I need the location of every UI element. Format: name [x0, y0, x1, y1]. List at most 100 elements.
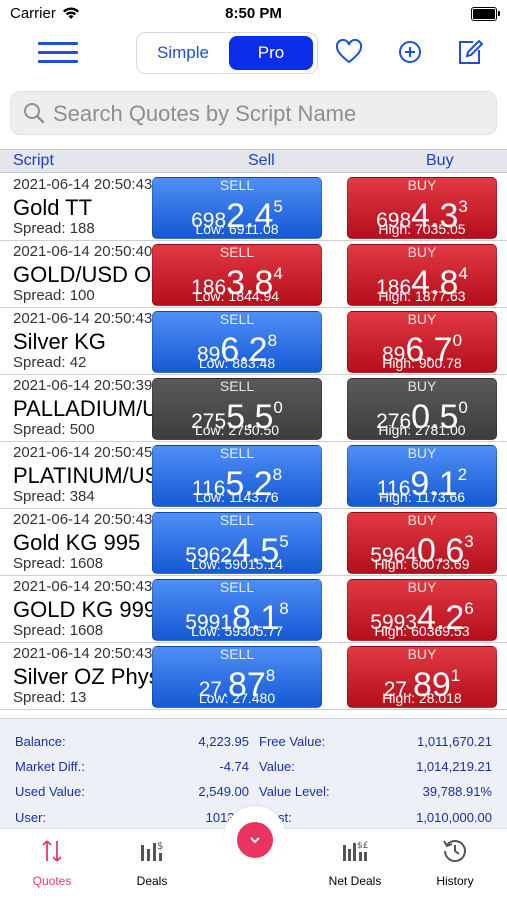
sell-price: 896.28: [153, 324, 321, 367]
buy-price-button[interactable]: BUY 2760.50 High: 2781.00: [347, 378, 497, 440]
quote-time: 2021-06-14 20:50:43: [13, 645, 153, 662]
buy-price: 2760.50: [348, 391, 496, 434]
price-pips: 8: [272, 465, 283, 484]
low-value: Low: 1143.76: [195, 489, 279, 505]
sell-price-button[interactable]: SELL 2755.50 Low: 2750.50: [152, 378, 322, 440]
quotes-list[interactable]: 2021-06-14 20:50:43 Gold TT Spread: 188 SEL…: [0, 174, 507, 718]
price-pips: 1: [450, 666, 461, 685]
used-value-value: 2,549.00: [198, 784, 249, 799]
quote-time: 2021-06-14 20:50:43: [13, 578, 153, 595]
quote-row[interactable]: 2021-06-14 20:50:43 GOLD KG 999.9Spread: …: [0, 576, 507, 643]
quote-row[interactable]: 2021-06-14 20:50:43 Silver KG Spread: 42 SE…: [0, 308, 507, 375]
column-buy: Buy: [426, 152, 454, 169]
tab-history-label: History: [436, 874, 474, 888]
tab-deals-label: Deals: [136, 874, 168, 888]
quotes-column-header: Script Sell Buy: [0, 149, 507, 173]
value-label: Value:: [259, 759, 295, 774]
sell-price-button[interactable]: SELL 1863.84 Low: 1844.94: [152, 244, 322, 306]
buy-price-button[interactable]: BUY 1169.12 High: 1173.66: [347, 445, 497, 507]
price-pips: 2: [457, 465, 468, 484]
buy-price: 896.70: [348, 324, 496, 367]
buy-price-button[interactable]: BUY 6984.33 High: 7035.05: [347, 177, 497, 239]
high-value: High: 60369.53: [374, 623, 470, 639]
high-value: High: 28.018: [382, 690, 462, 706]
sell-price-button[interactable]: SELL 59918.18 Low: 59305.77: [152, 579, 322, 641]
heart-icon[interactable]: [334, 37, 364, 67]
sell-price-button[interactable]: SELL 27.878 Low: 27.480: [152, 646, 322, 708]
price-pips: 3: [464, 532, 474, 551]
svg-text:$£: $£: [357, 841, 368, 851]
quote-row[interactable]: 2021-06-14 20:50:40 GOLD/USD OZ Spread: 10…: [0, 241, 507, 308]
add-circle-icon[interactable]: [395, 37, 425, 67]
tab-deals[interactable]: $ Deals: [112, 837, 192, 888]
high-value: High: 1173.66: [378, 489, 466, 505]
sell-price-button[interactable]: SELL 6982.45 Low: 6911.08: [152, 177, 322, 239]
buy-price: 59640.63: [348, 525, 496, 568]
edit-icon[interactable]: [455, 37, 485, 67]
balance-label: Balance:: [15, 734, 66, 749]
low-value: Low: 59015.14: [191, 556, 283, 572]
script-name: Gold KG 995: [13, 530, 141, 555]
buy-price: 59934.26: [348, 592, 496, 635]
user-label: User:: [15, 810, 47, 825]
tab-history[interactable]: History: [415, 837, 495, 888]
free-value-value: 1,011,670.21: [417, 734, 492, 749]
buy-price-button[interactable]: BUY 59640.63 High: 60073.69: [347, 512, 497, 574]
quote-time: 2021-06-14 20:50:39: [13, 377, 153, 394]
sell-price: 2755.50: [153, 391, 321, 434]
sell-price: 59624.55: [153, 525, 321, 568]
quote-row[interactable]: 2021-06-14 20:50:39 PALLADIUM/USDSpread: …: [0, 375, 507, 442]
quote-row[interactable]: 2021-06-14 20:50:43 Gold TT Spread: 188 SEL…: [0, 174, 507, 241]
collapse-toggle-button[interactable]: [237, 822, 273, 858]
tab-net-deals-label: Net Deals: [328, 874, 382, 888]
buy-price-button[interactable]: BUY 1864.84 High: 1877.63: [347, 244, 497, 306]
tab-quotes-label: Quotes: [32, 874, 72, 888]
spread-value: Spread: 13: [13, 689, 87, 706]
price-pips: 8: [267, 331, 278, 350]
tab-net-deals[interactable]: $£ Net Deals: [315, 837, 395, 888]
spread-value: Spread: 42: [13, 354, 87, 371]
high-value: High: 2781.00: [378, 422, 466, 438]
deals-icon: $: [141, 841, 163, 861]
sell-price-button[interactable]: SELL 1165.28 Low: 1143.76: [152, 445, 322, 507]
quote-row[interactable]: 2021-06-14 20:50:43 Gold KG 995 Spread: 16…: [0, 509, 507, 576]
segment-simple[interactable]: Simple: [141, 36, 225, 70]
high-value: High: 60073.69: [374, 556, 470, 572]
hamburger-menu-icon[interactable]: [38, 40, 80, 66]
buy-price-button[interactable]: BUY 59934.26 High: 60369.53: [347, 579, 497, 641]
low-value: Low: 883.48: [198, 355, 276, 371]
price-pips: 4: [273, 264, 283, 283]
value-level-value: 39,788.91%: [422, 784, 492, 799]
buy-price-button[interactable]: BUY 27.891 High: 28.018: [347, 646, 497, 708]
high-value: High: 1877.63: [378, 288, 466, 304]
trust-value: 1,010,000.00: [416, 810, 492, 825]
quote-time: 2021-06-14 20:50:43: [13, 310, 153, 327]
svg-text:$: $: [157, 841, 163, 852]
buy-price: 27.891: [348, 659, 496, 702]
search-input[interactable]: [51, 98, 485, 130]
price-pips: 3: [458, 197, 468, 216]
sell-price-button[interactable]: SELL 59624.55 Low: 59015.14: [152, 512, 322, 574]
quote-time: 2021-06-14 20:50:45: [13, 444, 153, 461]
spread-value: Spread: 188: [13, 220, 95, 237]
price-pips: 5: [279, 532, 289, 551]
buy-price-button[interactable]: BUY 896.70 High: 900.78: [347, 311, 497, 373]
tab-quotes[interactable]: Quotes: [12, 837, 92, 888]
quote-row[interactable]: 2021-06-14 20:50:43 Silver OZ PhysicalSpr…: [0, 643, 507, 710]
script-name: Gold TT: [13, 195, 93, 220]
search-icon: [24, 103, 45, 124]
chevron-down-icon: [250, 837, 260, 844]
low-value: Low: 27.480: [198, 690, 276, 706]
low-value: Low: 2750.50: [194, 422, 280, 438]
segment-pro[interactable]: Pro: [229, 36, 313, 70]
search-bar: [10, 91, 497, 135]
script-name: PLATINUM/USD: [13, 463, 153, 488]
sell-price-button[interactable]: SELL 896.28 Low: 883.48: [152, 311, 322, 373]
quote-row[interactable]: 2021-06-14 20:50:45 PLATINUM/USDSpread: 3…: [0, 442, 507, 509]
low-value: Low: 6911.08: [195, 221, 279, 237]
sell-price: 6982.45: [153, 190, 321, 233]
battery-tip: [498, 11, 500, 16]
mode-segmented-control: Simple Pro: [136, 32, 318, 74]
price-pips: 5: [273, 197, 283, 216]
history-icon: [443, 840, 466, 862]
